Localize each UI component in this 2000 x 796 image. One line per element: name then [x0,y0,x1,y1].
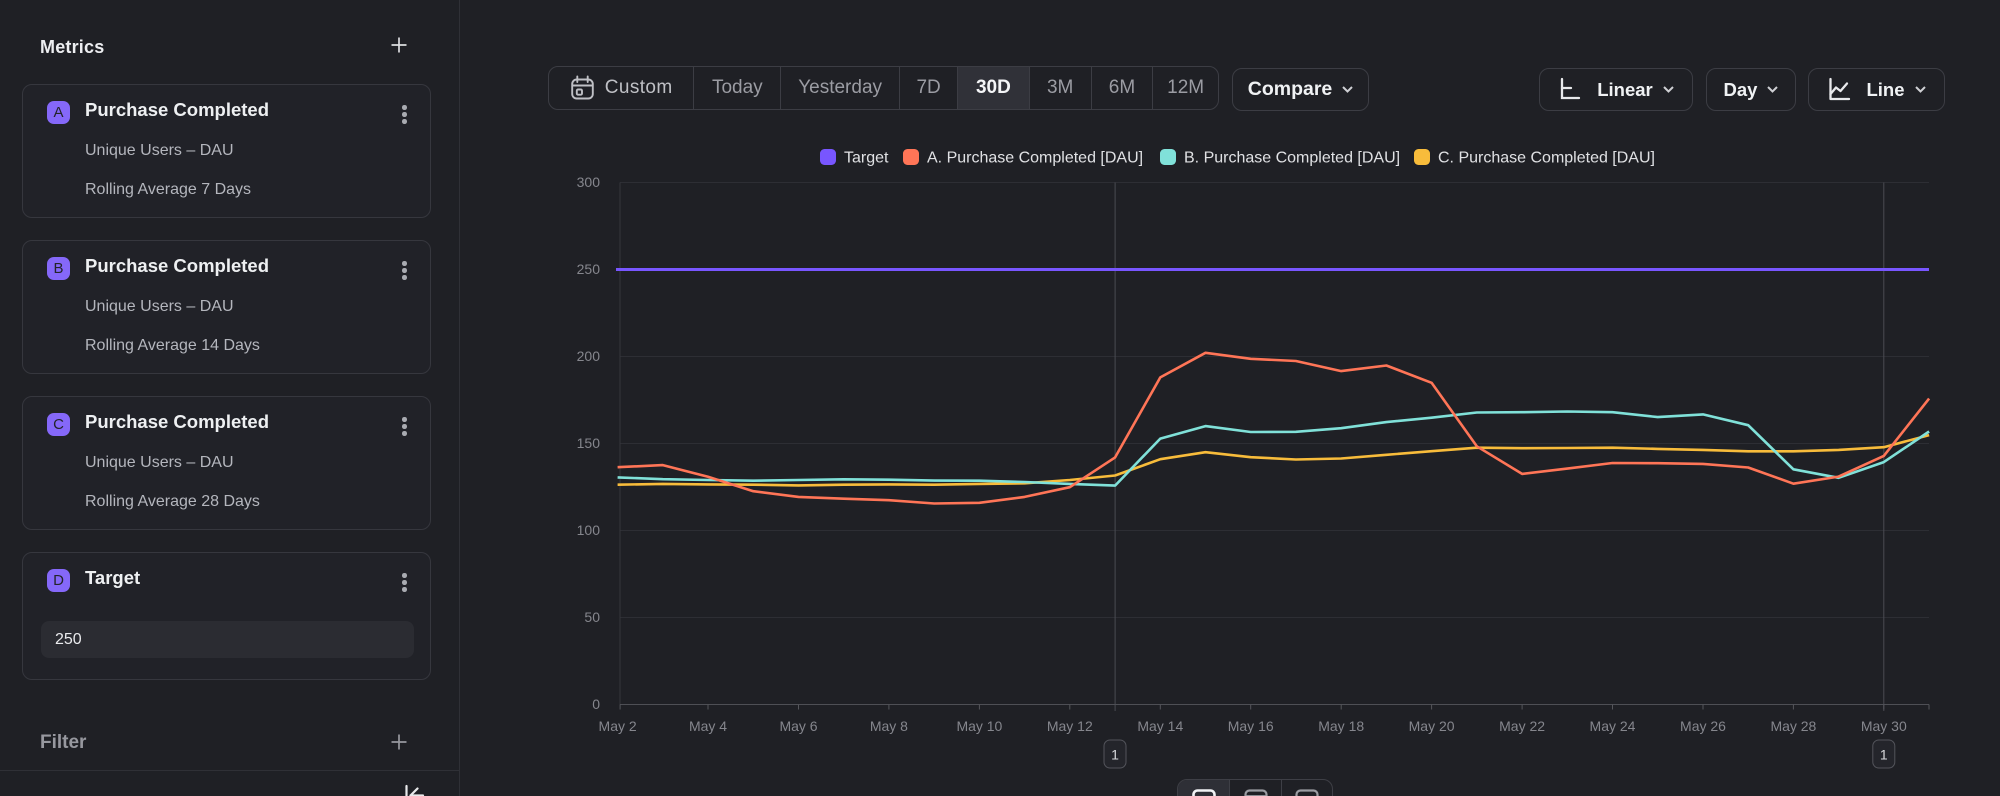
svg-text:0: 0 [592,696,600,712]
svg-text:300: 300 [577,174,601,190]
svg-text:May 6: May 6 [779,718,817,734]
svg-text:Target: Target [844,150,889,167]
svg-text:250: 250 [577,261,601,277]
svg-text:May 30: May 30 [1861,718,1907,734]
svg-text:50: 50 [584,609,600,625]
svg-text:May 20: May 20 [1409,718,1455,734]
svg-text:May 26: May 26 [1680,718,1726,734]
svg-text:May 2: May 2 [599,718,637,734]
svg-text:May 24: May 24 [1590,718,1636,734]
svg-text:150: 150 [577,435,601,451]
svg-text:May 18: May 18 [1318,718,1364,734]
svg-text:May 28: May 28 [1770,718,1816,734]
svg-text:May 12: May 12 [1047,718,1093,734]
svg-text:100: 100 [577,522,601,538]
svg-text:May 22: May 22 [1499,718,1545,734]
svg-text:A. Purchase Completed [DAU]: A. Purchase Completed [DAU] [927,150,1143,167]
svg-text:May 14: May 14 [1137,718,1183,734]
svg-text:B. Purchase Completed [DAU]: B. Purchase Completed [DAU] [1184,150,1400,167]
svg-text:May 8: May 8 [870,718,908,734]
svg-text:C. Purchase Completed [DAU]: C. Purchase Completed [DAU] [1438,150,1655,167]
svg-text:May 16: May 16 [1228,718,1274,734]
svg-text:May 10: May 10 [956,718,1002,734]
svg-text:200: 200 [577,348,601,364]
svg-text:1: 1 [1111,747,1119,763]
svg-text:May 4: May 4 [689,718,727,734]
svg-text:1: 1 [1880,747,1888,763]
